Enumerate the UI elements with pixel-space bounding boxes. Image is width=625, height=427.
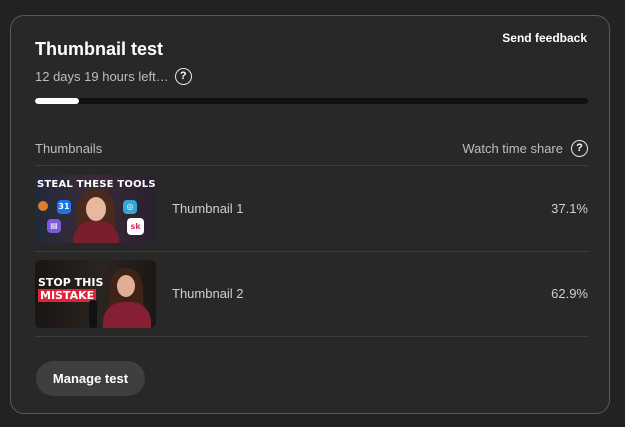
card-title: Thumbnail test: [35, 39, 164, 59]
calendar-app-icon: 31: [57, 199, 71, 214]
column-header-share-group: Watch time share ?: [462, 139, 588, 157]
thumbnail-2-image: STOP THIS MISTAKE: [35, 259, 156, 328]
thumbnail-1-share: 37.1%: [551, 201, 588, 216]
person-body: [103, 301, 151, 328]
table-row: STEAL THESE TOOLS 31 ▤ ◎ sk Thumbnail 1 …: [35, 166, 588, 252]
person-face: [86, 196, 106, 221]
time-remaining-text: 12 days 19 hours left…: [35, 69, 169, 84]
thumbnail-2-label: Thumbnail 2: [172, 286, 244, 301]
manage-test-button[interactable]: Manage test: [36, 361, 145, 396]
thumbnail-2-text-line1: STOP THIS: [38, 275, 104, 289]
time-remaining-row: 12 days 19 hours left… ?: [35, 68, 192, 85]
thumbnail-1-label: Thumbnail 1: [172, 201, 244, 216]
test-progress-bar: [35, 98, 588, 104]
help-icon[interactable]: ?: [174, 68, 192, 85]
thumbnail-1-image: STEAL THESE TOOLS 31 ▤ ◎ sk: [35, 174, 156, 243]
table-row: STOP THIS MISTAKE Thumbnail 2 62.9%: [35, 251, 588, 337]
help-icon[interactable]: ?: [571, 139, 588, 157]
sk-app-icon: sk: [127, 217, 144, 235]
table-header: Thumbnails Watch time share ?: [35, 131, 588, 166]
thumbnail-2-text-line2: MISTAKE: [38, 288, 97, 302]
send-feedback-link[interactable]: Send feedback: [502, 31, 587, 45]
column-header-thumbnails: Thumbnails: [35, 140, 103, 156]
test-progress-fill: [35, 98, 80, 104]
microphone-icon: [89, 299, 97, 328]
document-app-icon: ▤: [47, 218, 61, 233]
person-face: [117, 274, 135, 297]
orange-app-icon: [38, 200, 48, 211]
column-header-watch-time-share: Watch time share: [462, 140, 563, 156]
thumbnail-2-share: 62.9%: [551, 286, 588, 301]
thumbnail-1-text: STEAL THESE TOOLS: [37, 178, 156, 190]
analytics-app-icon: ◎: [123, 199, 137, 214]
thumbnail-test-card: Thumbnail test Send feedback 12 days 19 …: [10, 15, 610, 414]
